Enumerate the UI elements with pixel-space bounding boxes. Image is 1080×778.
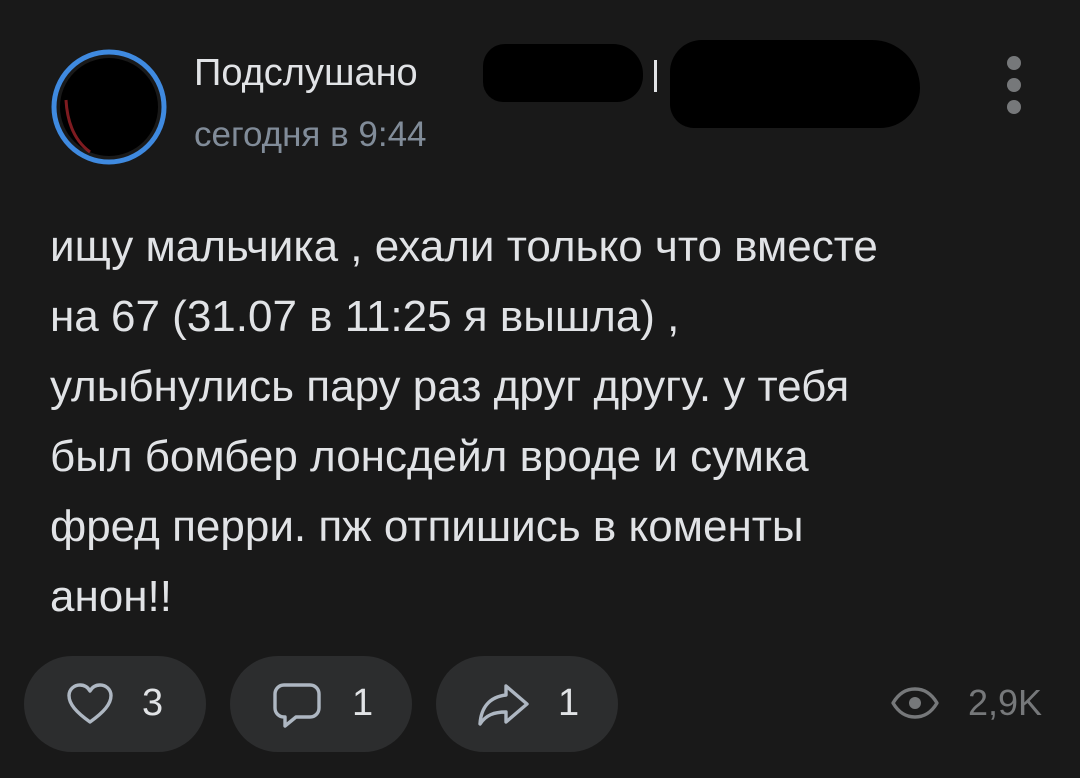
title-separator (654, 60, 657, 92)
post-header: Подслушано сегодня в 9:44 (0, 0, 1080, 190)
eye-icon (891, 687, 939, 719)
more-vertical-icon (1007, 56, 1021, 70)
like-count: 3 (142, 682, 164, 724)
post-text-line: фред перри. пж отпишись в коменты (50, 502, 804, 551)
comment-button[interactable]: 1 (230, 656, 412, 752)
post-text-line: анон!! (50, 572, 172, 621)
comment-count: 1 (352, 682, 374, 724)
comment-bubble-icon (273, 683, 321, 728)
group-name-link[interactable]: Подслушано (194, 50, 418, 96)
post-text-line: ищу мальчика , ехали только что вместе (50, 222, 878, 271)
post-timestamp[interactable]: сегодня в 9:44 (194, 112, 427, 158)
avatar-story-ring (51, 49, 167, 165)
heart-icon (67, 683, 113, 724)
post-body-text: ищу мальчика , ехали только что вместе н… (50, 212, 1050, 632)
group-avatar[interactable] (50, 48, 168, 166)
share-button[interactable]: 1 (436, 656, 618, 752)
share-count: 1 (558, 682, 580, 724)
views-counter: 2,9K (890, 680, 1060, 726)
post-text-line: на 67 (31.07 в 11:25 я вышла) , (50, 292, 680, 341)
post-text-line: улыбнулись пару раз друг другу. у тебя (50, 362, 850, 411)
like-button[interactable]: 3 (24, 656, 206, 752)
post-text-line: был бомбер лонсдейл вроде и сумка (50, 432, 809, 481)
redacted-overlay (483, 44, 643, 102)
post-actions-bar: 3 1 1 2,9K (0, 656, 1080, 752)
redacted-overlay (670, 40, 920, 128)
more-vertical-icon-dot (1007, 100, 1021, 114)
views-count: 2,9K (968, 682, 1043, 723)
more-vertical-icon-dot (1007, 78, 1021, 92)
share-arrow-icon (478, 684, 529, 726)
more-options-button[interactable] (994, 52, 1034, 118)
